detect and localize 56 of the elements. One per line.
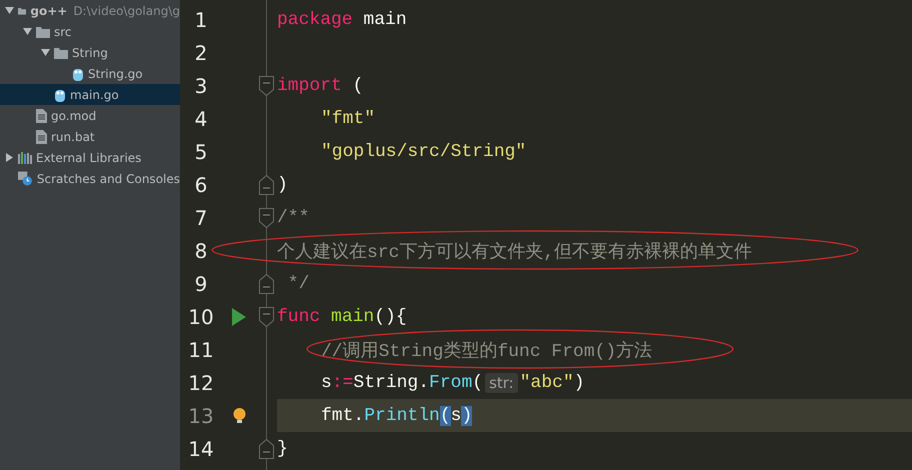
line-number: 4 <box>194 106 208 130</box>
fold-icon[interactable] <box>259 274 274 294</box>
code-line: "goplus/src/String" <box>320 140 528 164</box>
line-number: 10 <box>187 304 215 328</box>
file-icon <box>36 108 47 122</box>
code-line: 个人建议在src下方可以有文件夹,但不要有赤裸裸的单文件 <box>277 234 912 267</box>
code-line: import ( <box>277 74 364 98</box>
collapsed-arrow-icon[interactable] <box>4 153 14 162</box>
line-number: 2 <box>194 40 208 64</box>
file-icon <box>36 130 47 144</box>
run-icon[interactable] <box>232 308 246 326</box>
tree-item[interactable]: External Libraries <box>0 147 180 168</box>
tree-item[interactable]: Scratches and Consoles <box>0 168 180 189</box>
line-number: 12 <box>187 370 215 394</box>
project-path: D:\video\golang\g <box>73 4 180 18</box>
line-number: 14 <box>187 436 215 460</box>
fold-icon[interactable] <box>259 438 274 458</box>
fold-icon[interactable] <box>259 208 274 228</box>
line-number: 8 <box>194 238 208 262</box>
code-line: s:=String.From( str: "abc") <box>320 372 586 394</box>
line-number: 13 <box>187 404 215 428</box>
scratches-icon <box>18 170 33 186</box>
expanded-arrow-icon[interactable] <box>40 48 50 57</box>
fold-icon[interactable] <box>259 306 274 326</box>
expanded-arrow-icon[interactable] <box>4 6 14 15</box>
gopher-icon <box>72 66 84 80</box>
code-line: } <box>277 438 289 460</box>
tree-item[interactable]: src <box>0 21 180 42</box>
code-line: //调用String类型的func From()方法 <box>277 333 912 366</box>
line-number: 5 <box>194 140 208 164</box>
tree-item[interactable]: main.go <box>0 84 180 105</box>
folder-icon <box>36 26 50 38</box>
fold-icon[interactable] <box>259 76 274 96</box>
folder-icon <box>54 46 68 58</box>
expanded-arrow-icon[interactable] <box>22 27 32 36</box>
line-number: 6 <box>194 172 208 196</box>
line-number: 9 <box>194 272 208 296</box>
line-number: 7 <box>194 206 208 230</box>
line-number: 11 <box>187 338 215 362</box>
code-line: "fmt" <box>320 108 376 130</box>
tree-item[interactable]: go.mod <box>0 105 180 126</box>
lightbulb-icon[interactable] <box>232 408 246 424</box>
tree-item[interactable]: String.go <box>0 63 180 84</box>
gopher-icon <box>54 88 66 102</box>
line-number: 1 <box>194 8 208 32</box>
code-line: package main <box>277 8 408 32</box>
tree-item[interactable]: String <box>0 42 180 63</box>
code-line: ) <box>277 174 289 196</box>
code-line: func main(){ <box>277 306 408 328</box>
libraries-icon <box>18 152 32 164</box>
tree-item[interactable]: run.bat <box>0 126 180 147</box>
fold-icon[interactable] <box>259 174 274 194</box>
line-number: 3 <box>194 74 208 98</box>
code-line: */ <box>286 272 310 296</box>
code-line: /** <box>277 206 310 230</box>
tree-item[interactable]: go++ D:\video\golang\g <box>0 0 180 21</box>
